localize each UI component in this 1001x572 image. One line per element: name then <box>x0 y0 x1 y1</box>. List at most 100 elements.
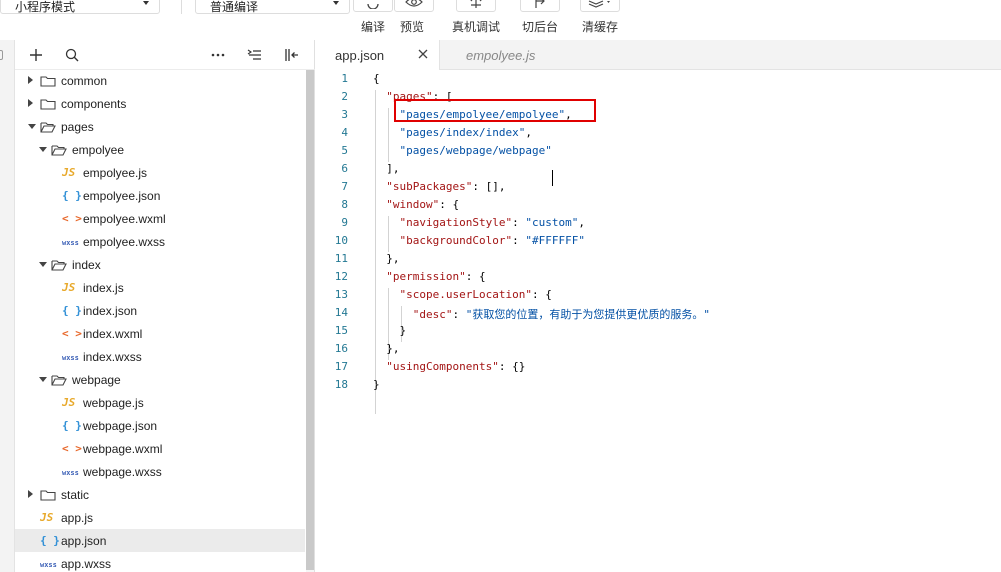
file-app-wxss[interactable]: wxss app.wxss <box>15 552 305 572</box>
more-icon[interactable] <box>209 46 227 64</box>
json-file-icon: { } <box>62 189 82 202</box>
file-webpage-wxss[interactable]: wxss webpage.wxss <box>15 460 305 483</box>
preview-button[interactable] <box>394 0 434 12</box>
chevron-down-icon[interactable] <box>39 262 47 267</box>
real-device-debug-button[interactable] <box>456 0 496 12</box>
line-number: 13 <box>334 288 348 301</box>
line-number: 10 <box>334 234 348 247</box>
chevron-right-icon[interactable] <box>28 99 33 107</box>
explorer-scrollbar-thumb[interactable] <box>306 70 314 570</box>
code-line: 7 "subPackages": [], <box>316 177 1001 195</box>
js-file-icon: JS <box>62 166 76 179</box>
collapse-panel-icon[interactable] <box>283 46 301 64</box>
folder-webpage[interactable]: webpage <box>15 368 305 391</box>
file-webpage-js[interactable]: JS webpage.js <box>15 391 305 414</box>
preview-label: 预览 <box>399 20 424 34</box>
tab-app-json[interactable]: app.json <box>316 40 440 70</box>
file-app-js[interactable]: JS app.js <box>15 506 305 529</box>
file-webpage-wxml[interactable]: < > webpage.wxml <box>15 437 305 460</box>
code-text: "permission": { <box>386 270 486 283</box>
file-label: empolyee.js <box>83 166 148 180</box>
editor-tabs: app.json empolyee.js <box>316 40 1001 70</box>
sort-icon[interactable] <box>246 46 264 64</box>
wxml-file-icon: < > <box>62 327 82 340</box>
file-index-wxml[interactable]: < > index.wxml <box>15 322 305 345</box>
tab-label: app.json <box>335 48 385 63</box>
file-index-wxss[interactable]: wxss index.wxss <box>15 345 305 368</box>
folder-empolyee[interactable]: empolyee <box>15 138 305 161</box>
json-file-icon: { } <box>40 534 60 547</box>
folder-icon <box>40 490 56 501</box>
clear-cache-label: 清缓存 <box>581 20 618 34</box>
code-text: "usingComponents": {} <box>386 360 526 373</box>
file-label: index.wxml <box>83 327 143 341</box>
compile-button[interactable] <box>353 0 393 12</box>
code-line: 15 } <box>316 321 1001 339</box>
tab-empolyee-js[interactable]: empolyee.js <box>447 40 557 70</box>
code-text: { <box>373 72 380 85</box>
file-label: webpage.wxml <box>83 442 163 456</box>
mode-select-value: 小程序模式 <box>15 0 76 14</box>
file-empolyee-wxss[interactable]: wxss empolyee.wxss <box>15 230 305 253</box>
code-line: 14 "desc": "获取您的位置，有助于为您提供更优质的服务。" <box>316 303 1001 321</box>
folder-label: components <box>61 97 127 111</box>
folder-index[interactable]: index <box>15 253 305 276</box>
code-line: 10 "backgroundColor": "#FFFFFF" <box>316 231 1001 249</box>
line-number: 8 <box>341 198 348 211</box>
code-text: "subPackages": [], <box>386 180 506 193</box>
code-line: 18} <box>316 375 1001 393</box>
code-line: 13 "scope.userLocation": { <box>316 285 1001 303</box>
mode-select[interactable]: 小程序模式 <box>0 0 160 14</box>
file-label: app.wxss <box>61 557 112 571</box>
clear-cache-button[interactable] <box>580 0 620 12</box>
chevron-down-icon[interactable] <box>28 124 36 129</box>
file-index-json[interactable]: { } index.json <box>15 299 305 322</box>
panel-toggle-icon[interactable] <box>0 50 3 60</box>
folder-open-icon <box>40 122 56 133</box>
chevron-down-icon[interactable] <box>39 377 47 382</box>
code-line: 8 "window": { <box>316 195 1001 213</box>
code-text: } <box>373 378 380 391</box>
switch-background-button[interactable] <box>520 0 560 12</box>
folder-static[interactable]: static <box>15 483 305 506</box>
folder-icon <box>40 76 56 87</box>
code-line: 11 }, <box>316 249 1001 267</box>
line-number: 3 <box>341 108 348 121</box>
js-file-icon: JS <box>40 511 54 524</box>
folder-label: common <box>61 74 108 88</box>
wxss-file-icon: wxss <box>62 239 79 247</box>
folder-components[interactable]: components <box>15 92 305 115</box>
file-webpage-json[interactable]: { } webpage.json <box>15 414 305 437</box>
code-text: "pages/webpage/webpage" <box>399 144 552 157</box>
chevron-down-icon <box>333 1 339 5</box>
chevron-down-icon[interactable] <box>39 147 47 152</box>
line-number: 7 <box>341 180 348 193</box>
code-text: "window": { <box>386 198 460 211</box>
code-text: "navigationStyle": "custom", <box>399 216 585 229</box>
folder-label: empolyee <box>72 143 125 157</box>
folder-common[interactable]: common <box>15 69 305 92</box>
search-icon[interactable] <box>63 46 81 64</box>
file-empolyee-json[interactable]: { } empolyee.json <box>15 184 305 207</box>
file-label: webpage.wxss <box>83 465 162 479</box>
explorer-header <box>15 40 315 70</box>
code-text: "desc": "获取您的位置，有助于为您提供更优质的服务。" <box>412 308 710 321</box>
plus-icon[interactable] <box>27 46 45 64</box>
file-app-json[interactable]: { } app.json <box>15 529 305 552</box>
file-empolyee-js[interactable]: JS empolyee.js <box>15 161 305 184</box>
code-line: 6 ], <box>316 159 1001 177</box>
chevron-right-icon[interactable] <box>28 490 33 498</box>
json-file-icon: { } <box>62 304 82 317</box>
code-line: 5 "pages/webpage/webpage" <box>316 141 1001 159</box>
chevron-right-icon[interactable] <box>28 76 33 84</box>
close-icon[interactable] <box>417 48 429 60</box>
line-number: 11 <box>334 252 348 265</box>
file-label: webpage.json <box>83 419 158 433</box>
compile-select[interactable]: 普通编译 <box>195 0 350 14</box>
folder-label: webpage <box>72 373 121 387</box>
folder-pages[interactable]: pages <box>15 115 305 138</box>
file-index-js[interactable]: JS index.js <box>15 276 305 299</box>
file-label: webpage.js <box>83 396 144 410</box>
file-empolyee-wxml[interactable]: < > empolyee.wxml <box>15 207 305 230</box>
annotation-highlight-box <box>394 99 596 122</box>
